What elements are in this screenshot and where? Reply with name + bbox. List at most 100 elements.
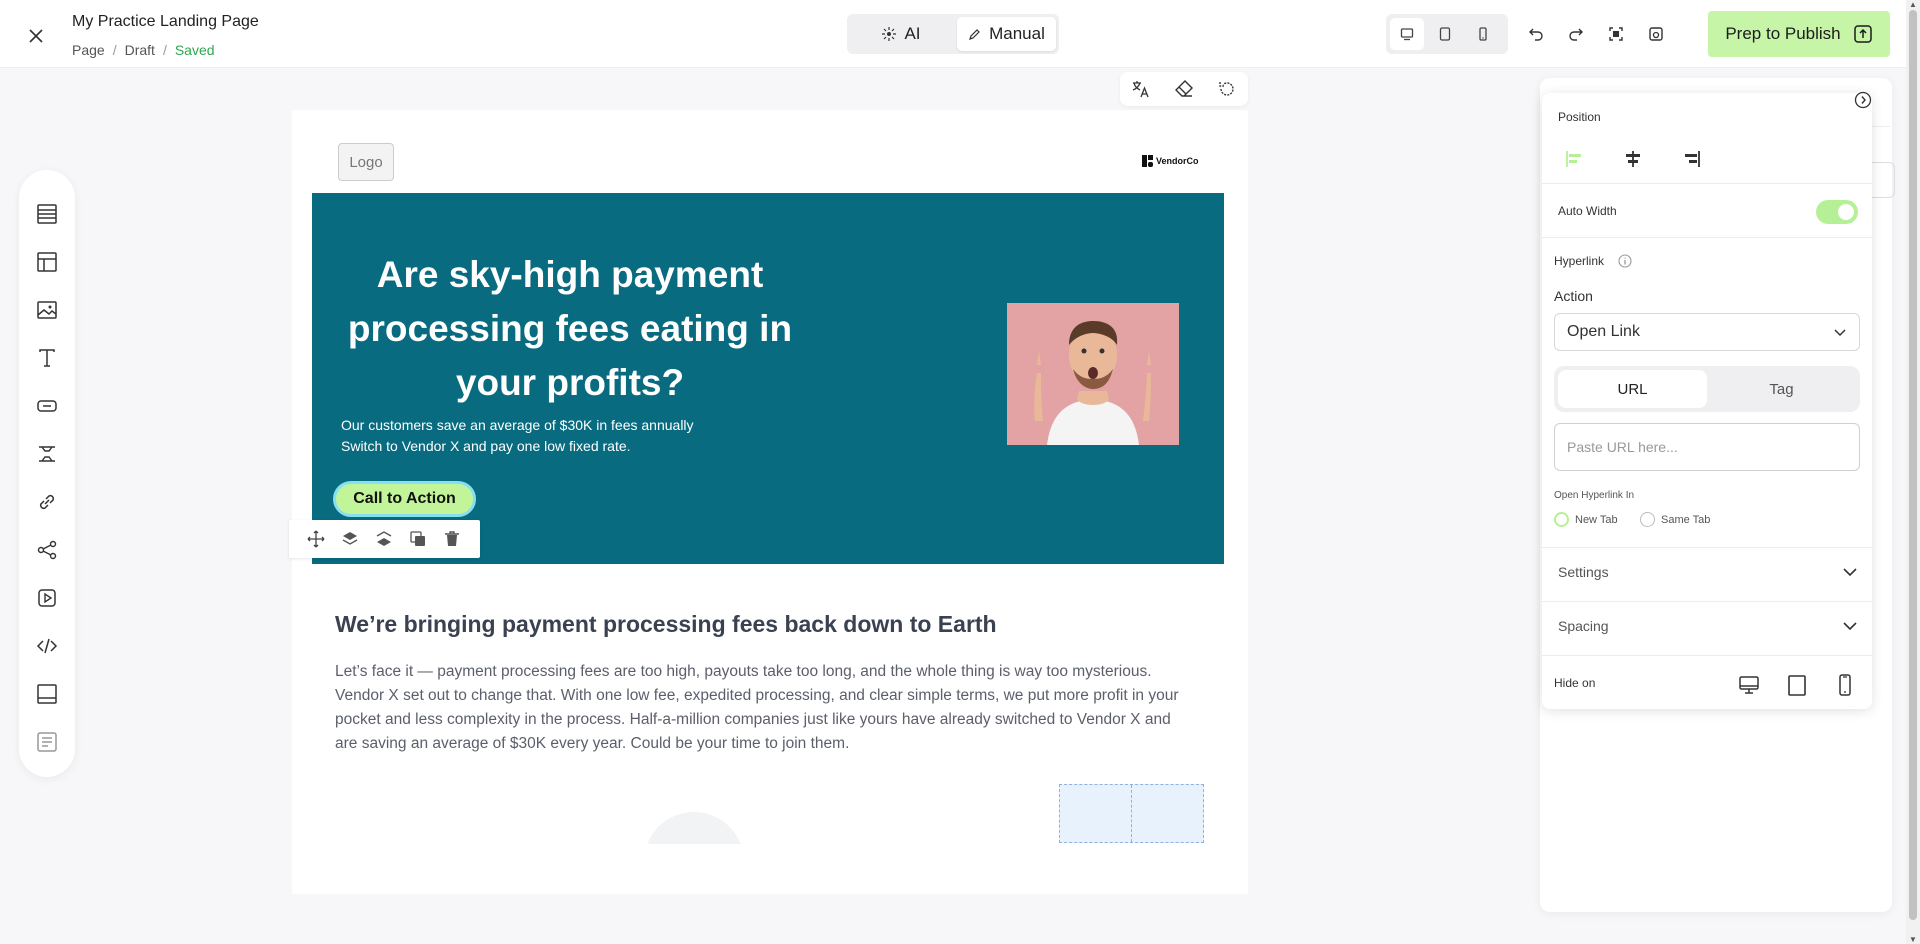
move-icon[interactable]	[304, 527, 328, 551]
section-heading[interactable]: We’re bringing payment processing fees b…	[335, 611, 997, 638]
vendor-logo[interactable]: VendorCo	[1142, 155, 1199, 167]
desktop-icon[interactable]	[1390, 18, 1424, 50]
logo-placeholder[interactable]: Logo	[338, 143, 394, 181]
position-options	[1562, 148, 1704, 170]
radio-same-tab[interactable]: Same Tab	[1640, 512, 1710, 527]
spacing-accordion[interactable]: Spacing	[1558, 618, 1858, 634]
auto-width-label: Auto Width	[1558, 204, 1617, 218]
toggle-knob	[1838, 204, 1854, 220]
call-to-action-button[interactable]: Call to Action	[333, 481, 476, 517]
divider	[1542, 655, 1872, 656]
breadcrumb-draft: Draft	[124, 42, 155, 58]
radio-circle	[1640, 512, 1655, 527]
hero-subtext[interactable]: Our customers save an average of $30K in…	[341, 415, 761, 457]
translate-icon[interactable]	[1127, 75, 1155, 103]
duplicate-icon[interactable]	[406, 527, 430, 551]
hero-image[interactable]	[1007, 303, 1179, 445]
column-slot[interactable]	[1132, 785, 1203, 842]
align-right-icon[interactable]	[1678, 148, 1704, 170]
fullscreen-icon[interactable]	[1604, 20, 1628, 48]
sparkle-icon	[882, 27, 897, 41]
divider	[1542, 601, 1872, 602]
column-slot[interactable]	[1060, 785, 1132, 842]
chevron-down-icon	[1833, 325, 1847, 339]
rows-block-icon[interactable]	[19, 190, 75, 238]
action-label: Action	[1554, 288, 1593, 304]
action-select[interactable]: Open Link	[1554, 313, 1860, 351]
column-placeholder[interactable]	[1059, 784, 1204, 843]
trash-icon[interactable]	[440, 527, 464, 551]
align-left-icon[interactable]	[1562, 148, 1588, 170]
eraser-icon[interactable]	[1170, 75, 1198, 103]
mode-ai-button[interactable]: AI	[850, 17, 953, 51]
social-block-icon[interactable]	[19, 526, 75, 574]
breadcrumb-separator: /	[112, 42, 117, 58]
tab-url[interactable]: URL	[1558, 370, 1707, 408]
vendor-name: VendorCo	[1156, 156, 1199, 166]
pencil-icon	[968, 28, 981, 41]
scroll-up-arrow-icon[interactable]: ▲	[1909, 0, 1917, 9]
form-block-icon[interactable]	[19, 718, 75, 766]
top-bar: My Practice Landing Page Page / Draft / …	[0, 0, 1920, 68]
page-title: My Practice Landing Page	[72, 13, 259, 30]
save-version-icon[interactable]	[1644, 20, 1668, 48]
hero-subtext-line: Switch to Vendor X and pay one low fixed…	[341, 438, 631, 454]
footer-block-icon[interactable]	[19, 670, 75, 718]
element-toolbar	[19, 170, 75, 777]
collapse-panel-icon[interactable]	[1853, 90, 1873, 110]
reset-icon[interactable]	[1213, 75, 1241, 103]
mobile-icon[interactable]	[1466, 18, 1500, 50]
tab-tag[interactable]: Tag	[1707, 370, 1856, 408]
prep-to-publish-button[interactable]: Prep to Publish	[1708, 11, 1890, 57]
close-icon[interactable]	[24, 24, 48, 48]
hide-desktop-icon[interactable]	[1736, 672, 1762, 698]
save-status: Saved	[174, 42, 215, 58]
mode-switch: AI Manual	[847, 14, 1059, 54]
send-backward-icon[interactable]	[372, 527, 396, 551]
open-hyperlink-in-label: Open Hyperlink In	[1554, 490, 1635, 501]
position-label: Position	[1558, 110, 1601, 124]
url-input[interactable]	[1554, 423, 1860, 471]
image-block-icon[interactable]	[19, 286, 75, 334]
chevron-down-icon	[1842, 618, 1858, 634]
scroll-down-arrow-icon[interactable]: ▼	[1909, 935, 1917, 944]
radio-new-tab[interactable]: New Tab	[1554, 512, 1618, 527]
page-scrollbar[interactable]: ▲ ▼	[1906, 0, 1920, 944]
info-icon[interactable]	[1618, 254, 1632, 268]
tablet-icon[interactable]	[1428, 18, 1462, 50]
text-block-icon[interactable]	[19, 334, 75, 382]
hero-title[interactable]: Are sky-high payment processing fees eat…	[336, 248, 804, 410]
auto-width-toggle[interactable]	[1816, 200, 1858, 224]
hide-on-options	[1736, 672, 1858, 698]
bring-forward-icon[interactable]	[338, 527, 362, 551]
placeholder-shape	[644, 812, 744, 844]
canvas-tools	[1120, 72, 1248, 106]
link-block-icon[interactable]	[19, 478, 75, 526]
mode-manual-button[interactable]: Manual	[956, 17, 1056, 51]
redo-icon[interactable]	[1564, 20, 1588, 48]
publish-label: Prep to Publish	[1725, 24, 1841, 43]
scrollbar-thumb[interactable]	[1909, 10, 1917, 920]
undo-icon[interactable]	[1524, 20, 1548, 48]
section-body[interactable]: Let’s face it — payment processing fees …	[335, 660, 1195, 756]
device-preview-switch	[1386, 14, 1508, 54]
breadcrumb: Page / Draft / Saved	[72, 42, 215, 58]
history-tools	[1524, 20, 1668, 48]
radio-circle	[1554, 512, 1569, 527]
hide-mobile-icon[interactable]	[1832, 672, 1858, 698]
hyperlink-label: Hyperlink	[1554, 254, 1605, 268]
hero-subtext-line: Our customers save an average of $30K in…	[341, 417, 694, 433]
settings-accordion[interactable]: Settings	[1558, 564, 1858, 580]
align-center-icon[interactable]	[1620, 148, 1646, 170]
spacer-block-icon[interactable]	[19, 430, 75, 478]
link-type-tabs: URL Tag	[1554, 366, 1860, 412]
breadcrumb-page[interactable]: Page	[72, 42, 105, 58]
code-block-icon[interactable]	[19, 622, 75, 670]
layout-block-icon[interactable]	[19, 238, 75, 286]
video-block-icon[interactable]	[19, 574, 75, 622]
button-block-icon[interactable]	[19, 382, 75, 430]
hide-tablet-icon[interactable]	[1784, 672, 1810, 698]
hide-on-label: Hide on	[1554, 676, 1596, 690]
spacing-label: Spacing	[1558, 618, 1609, 634]
image-placeholder[interactable]	[644, 812, 744, 844]
